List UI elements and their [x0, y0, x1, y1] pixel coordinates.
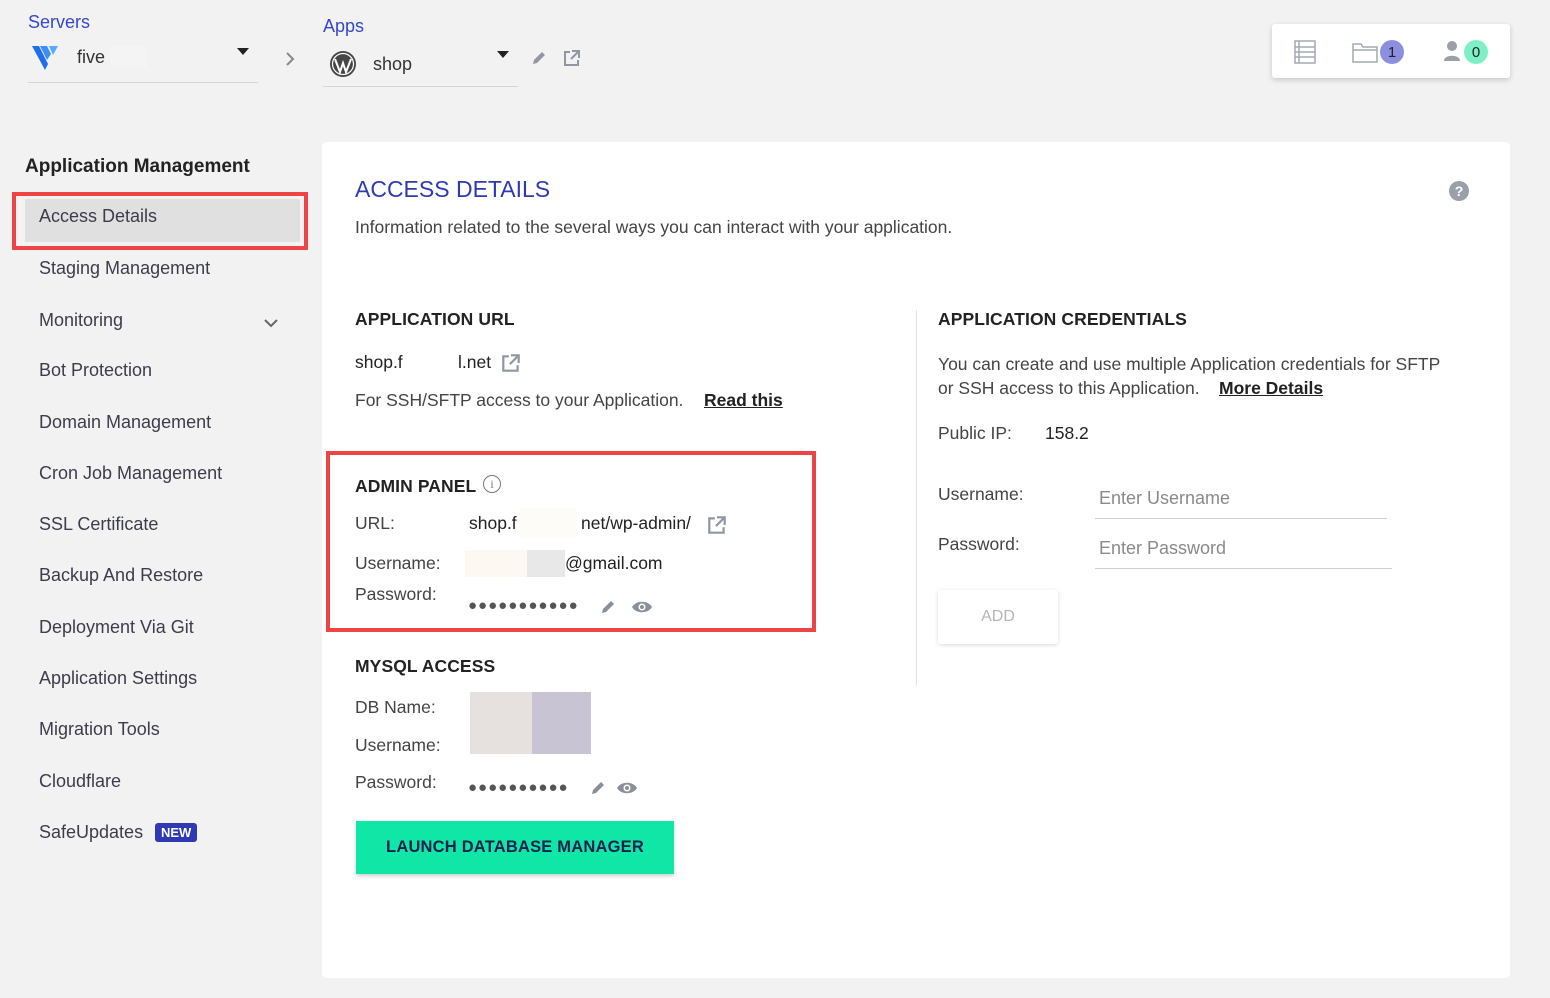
db-username-label: Username: [355, 735, 441, 755]
redaction-mask [470, 692, 532, 754]
sidebar-item-deployment-via-git[interactable]: Deployment Via Git [39, 617, 194, 638]
server-name: five [77, 47, 106, 67]
redaction-mask [532, 692, 591, 754]
sidebar-item-label: Access Details [39, 206, 158, 226]
redaction-mask [111, 46, 147, 68]
sidebar-item-backup-and-restore[interactable]: Backup And Restore [39, 565, 203, 586]
mysql-heading: MYSQL ACCESS [355, 656, 496, 676]
sidebar-title: Application Management [25, 156, 250, 177]
external-link-icon[interactable] [706, 514, 728, 541]
app-selector[interactable]: shop [323, 42, 518, 87]
external-link-icon[interactable] [500, 352, 522, 379]
eye-icon[interactable] [616, 780, 638, 801]
launch-database-manager-button[interactable]: LAUNCH DATABASE MANAGER [356, 821, 674, 874]
edit-pencil-icon[interactable] [599, 598, 617, 621]
public-ip-label: Public IP: [938, 423, 1012, 443]
application-url-start: shop.f [355, 352, 403, 372]
sidebar-item-monitoring[interactable]: Monitoring [39, 310, 123, 331]
application-credentials-heading: APPLICATION CREDENTIALS [938, 309, 1187, 329]
ssh-info-text: For SSH/SFTP access to your Application. [355, 390, 684, 410]
credential-username-label: Username: [938, 484, 1024, 504]
add-credential-button[interactable]: ADD [938, 590, 1058, 644]
sidebar-item-safeupdates[interactable]: SafeUpdates [39, 822, 143, 843]
page-description: Information related to the several ways … [355, 217, 953, 237]
help-icon[interactable]: ? [1449, 181, 1469, 201]
chevron-down-icon[interactable] [497, 51, 509, 58]
db-name-label: DB Name: [355, 697, 436, 717]
sidebar-item-staging-management[interactable]: Staging Management [39, 258, 210, 279]
edit-pencil-icon[interactable] [589, 779, 607, 802]
admin-url-end: net/wp-admin/ [581, 513, 691, 533]
column-divider [916, 310, 917, 686]
server-selector[interactable]: five [28, 38, 258, 83]
sidebar-item-cloudflare[interactable]: Cloudflare [39, 771, 121, 792]
redaction-mask [527, 550, 565, 577]
username-placeholder: Enter Username [1099, 488, 1231, 508]
info-icon[interactable]: i [483, 475, 501, 493]
sidebar-item-cron-job-management[interactable]: Cron Job Management [39, 463, 222, 484]
apps-label: Apps [323, 16, 365, 36]
credentials-description-line1: You can create and use multiple Applicat… [938, 354, 1441, 374]
chevron-down-icon[interactable] [237, 48, 249, 55]
eye-icon[interactable] [631, 599, 653, 620]
sidebar-item-application-settings[interactable]: Application Settings [39, 668, 197, 689]
vultr-logo-icon [32, 44, 60, 75]
credential-password-input[interactable]: Enter Password [1095, 532, 1392, 569]
servers-label: Servers [28, 12, 91, 32]
credentials-description-line2: or SSH access to this Application. [938, 378, 1200, 398]
admin-url-start: shop.f [469, 513, 517, 533]
chevron-right-icon [284, 50, 296, 73]
redaction-mask [519, 508, 577, 538]
sidebar-item-domain-management[interactable]: Domain Management [39, 412, 211, 433]
db-password-label: Password: [355, 772, 437, 792]
external-link-icon[interactable] [562, 48, 582, 73]
folder-icon[interactable] [1352, 41, 1378, 68]
sidebar-item-ssl-certificate[interactable]: SSL Certificate [39, 514, 158, 535]
files-count-badge: 1 [1380, 40, 1404, 64]
team-count-badge: 0 [1464, 40, 1488, 64]
credential-username-input[interactable]: Enter Username [1095, 482, 1387, 519]
db-password-mask: ●●●●●●●●●● [468, 779, 569, 796]
application-url-heading: APPLICATION URL [355, 309, 515, 329]
admin-panel-heading: ADMIN PANEL [355, 476, 477, 496]
sidebar-item-bot-protection[interactable]: Bot Protection [39, 360, 152, 381]
app-name: shop [373, 54, 413, 74]
page-title: ACCESS DETAILS [355, 176, 551, 202]
read-this-link[interactable]: Read this [704, 390, 783, 411]
new-badge: NEW [155, 823, 198, 842]
admin-url-label: URL: [355, 513, 395, 533]
public-ip-value: 158.2 [1045, 423, 1089, 443]
credential-password-label: Password: [938, 534, 1020, 554]
admin-username-label: Username: [355, 553, 441, 573]
application-url-end: l.net [458, 352, 492, 372]
password-placeholder: Enter Password [1099, 538, 1227, 558]
top-right-toolbar: 1 0 [1272, 24, 1510, 78]
redaction-mask [465, 550, 527, 577]
edit-pencil-icon[interactable] [530, 49, 548, 72]
server-list-icon[interactable] [1294, 40, 1316, 69]
team-member-icon[interactable] [1443, 40, 1461, 67]
chevron-down-icon[interactable] [263, 316, 279, 334]
admin-username-end: @gmail.com [565, 553, 663, 573]
admin-password-mask: ●●●●●●●●●●● [468, 597, 579, 614]
wordpress-icon [329, 50, 357, 83]
admin-password-label: Password: [355, 584, 437, 604]
sidebar-item-migration-tools[interactable]: Migration Tools [39, 719, 160, 740]
more-details-link[interactable]: More Details [1219, 378, 1323, 399]
